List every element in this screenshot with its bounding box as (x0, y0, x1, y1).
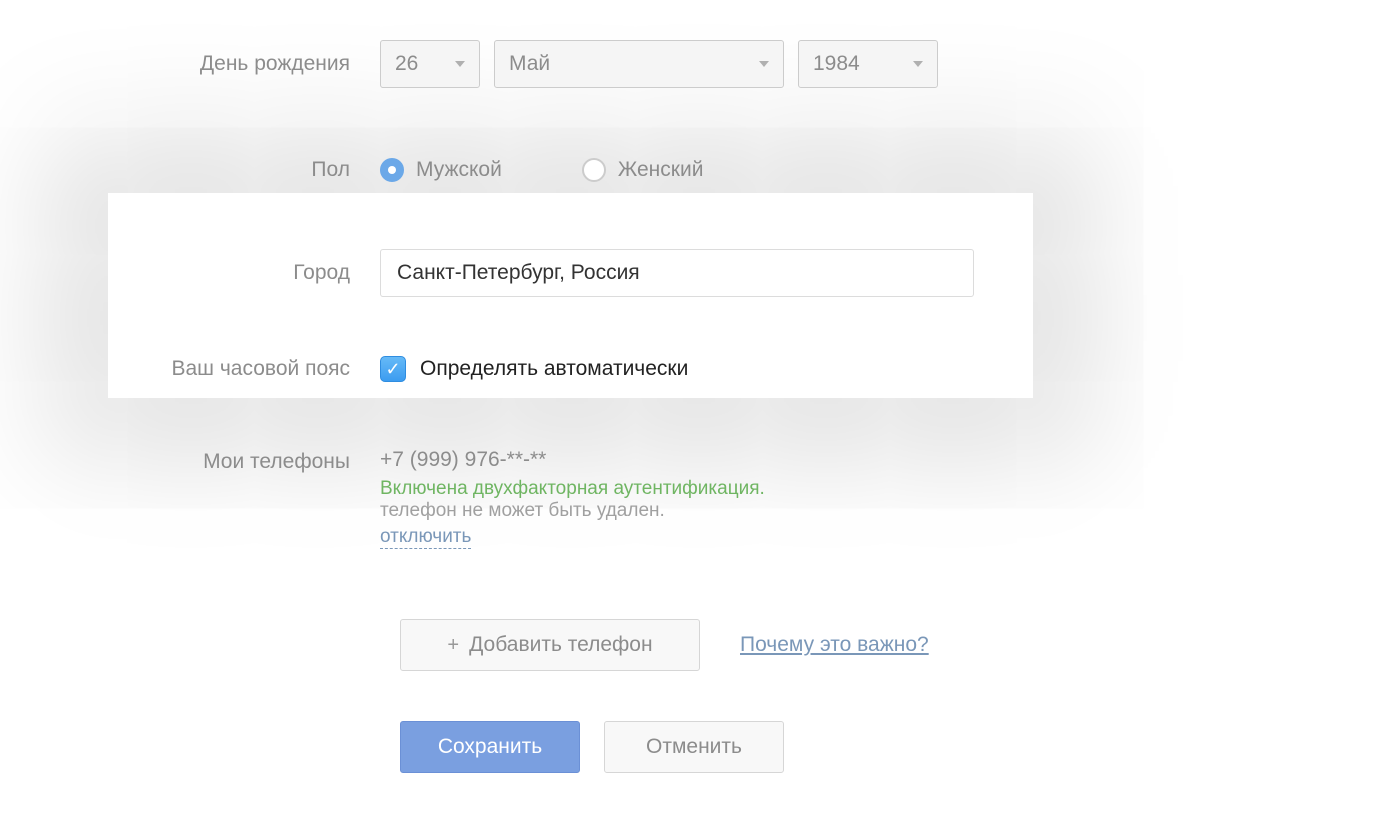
disable-mfa-link[interactable]: отключить (380, 526, 471, 549)
gender-label: Пол (0, 158, 380, 182)
phone-entry: +7 (999) 976-**-** Включена двухфакторна… (380, 448, 765, 549)
phones-row: Мои телефоны +7 (999) 976-**-** Включена… (0, 448, 1390, 549)
gender-male-label: Мужской (416, 158, 502, 182)
save-button[interactable]: Сохранить (400, 721, 580, 773)
birthday-year-value: 1984 (813, 52, 860, 76)
add-phone-row: + Добавить телефон Почему это важно? (20, 619, 1390, 671)
settings-form: День рождения 26 Май 1984 Пол (0, 0, 1390, 773)
gender-female-label: Женский (618, 158, 704, 182)
timezone-auto-label: Определять автоматически (420, 357, 688, 381)
city-label: Город (0, 261, 380, 285)
gender-female-radio[interactable]: Женский (582, 158, 704, 182)
gender-male-radio[interactable]: Мужской (380, 158, 502, 182)
city-input[interactable] (380, 249, 974, 297)
radio-unchecked-icon (582, 158, 606, 182)
cancel-button-label: Отменить (646, 735, 742, 759)
phone-number: +7 (999) 976-**-** (380, 448, 765, 472)
radio-checked-icon (380, 158, 404, 182)
form-actions: Сохранить Отменить (20, 721, 1390, 773)
mfa-note-text: телефон не может быть удален. (380, 500, 765, 522)
cancel-button[interactable]: Отменить (604, 721, 784, 773)
timezone-auto-checkbox[interactable]: ✓ Определять автоматически (380, 356, 688, 382)
checkbox-checked-icon: ✓ (380, 356, 406, 382)
birthday-label: День рождения (0, 52, 380, 76)
birthday-day-value: 26 (395, 52, 418, 76)
phones-label: Мои телефоны (0, 448, 380, 474)
mfa-enabled-text: Включена двухфакторная аутентификация. (380, 478, 765, 500)
add-phone-label: Добавить телефон (469, 633, 653, 657)
chevron-down-icon (913, 61, 923, 67)
add-phone-button[interactable]: + Добавить телефон (400, 619, 700, 671)
birthday-row: День рождения 26 Май 1984 (0, 40, 1390, 88)
birthday-month-select[interactable]: Май (494, 40, 784, 88)
timezone-row: Ваш часовой пояс ✓ Определять автоматиче… (0, 345, 1390, 393)
check-icon: ✓ (385, 360, 400, 378)
gender-row: Пол Мужской Женский (0, 146, 1390, 194)
why-important-link[interactable]: Почему это важно? (740, 633, 929, 657)
save-button-label: Сохранить (438, 735, 542, 759)
chevron-down-icon (455, 61, 465, 67)
city-row: Город (0, 249, 1390, 297)
birthday-day-select[interactable]: 26 (380, 40, 480, 88)
plus-icon: + (447, 634, 459, 657)
timezone-label: Ваш часовой пояс (0, 357, 380, 381)
chevron-down-icon (759, 61, 769, 67)
birthday-year-select[interactable]: 1984 (798, 40, 938, 88)
birthday-month-value: Май (509, 52, 550, 76)
